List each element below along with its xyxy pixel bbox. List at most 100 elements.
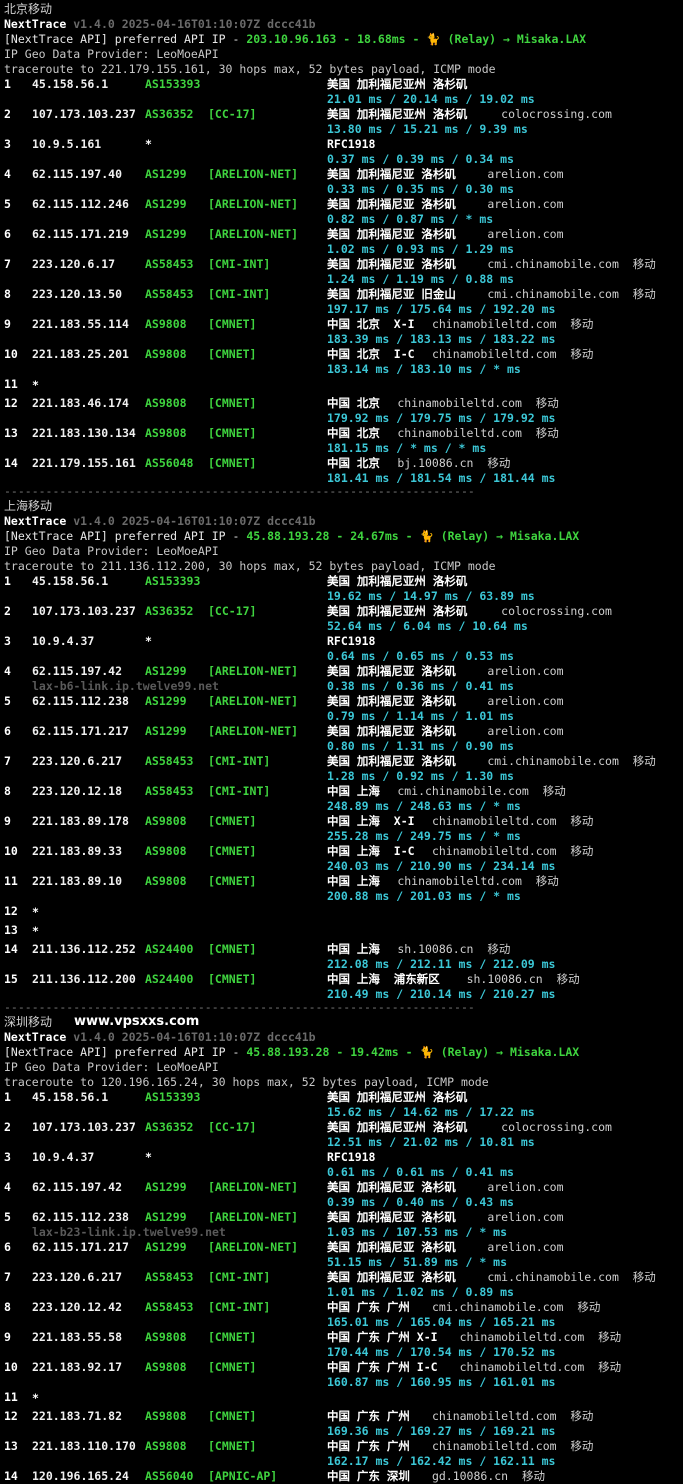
hop-domain: colocrossing.com — [501, 1120, 612, 1134]
hop-rtt: 212.08 ms / 212.11 ms / 212.09 ms — [327, 957, 556, 971]
hop-asn: AS9808 — [145, 426, 187, 440]
hop-asn: AS24400 — [145, 942, 194, 956]
hop-rtt: 0.64 ms / 0.65 ms / 0.53 ms — [327, 649, 514, 663]
hop-number: 2 — [4, 604, 11, 618]
hop-number: 2 — [4, 1120, 11, 1134]
traceroute-line: traceroute to 221.179.155.161, 30 hops m… — [4, 62, 496, 76]
hop-tag: [CMNET] — [208, 972, 257, 986]
hop-geo: 美国 加利福尼亚州 洛杉矶 — [327, 77, 468, 91]
hop-ip: 62.115.112.246 — [32, 197, 129, 211]
hop-asn: AS9808 — [145, 844, 187, 858]
hop-tag: [ARELION-NET] — [208, 1240, 299, 1254]
hop-ip: 221.183.92.17 — [32, 1360, 123, 1374]
hop-number: 6 — [4, 1240, 11, 1254]
hop-rtt: 255.28 ms / 249.75 ms / * ms — [327, 829, 521, 843]
hop-rtt: 1.03 ms / 107.53 ms / * ms — [327, 1225, 508, 1239]
hop-tag: [CMNET] — [208, 1330, 257, 1344]
hop-asn: AS1299 — [145, 227, 187, 241]
brand-name: NextTrace — [4, 514, 67, 528]
hop-tag: [CMI-INT] — [208, 1300, 271, 1314]
hop-geo: 美国 加利福尼亚 洛杉矶 — [327, 1180, 456, 1194]
hop-ip: 221.183.110.170 — [32, 1439, 136, 1453]
hop-geo: 美国 加利福尼亚 洛杉矶 — [327, 1210, 456, 1224]
hop-number: 6 — [4, 227, 11, 241]
hop-asn: AS1299 — [145, 167, 187, 181]
hop-ip: 62.115.112.238 — [32, 694, 129, 708]
hop-rdns: lax-b6-link.ip.twelve99.net — [32, 679, 219, 693]
hop-geo: 中国 广东 广州 — [327, 1300, 410, 1314]
version-info: v1.4.0 2025-04-16T01:10:07Z dccc41b — [73, 514, 316, 528]
hop-number: 13 — [4, 426, 18, 440]
hop-domain: arelion.com — [487, 694, 564, 708]
hop-ip: 221.183.130.134 — [32, 426, 136, 440]
hop-tag: [ARELION-NET] — [208, 1180, 299, 1194]
hop-asn: AS58453 — [145, 1300, 194, 1314]
api-route: (Relay) → Misaka.LAX — [440, 529, 580, 543]
hop-geo: RFC1918 — [327, 137, 376, 151]
hop-ip: 62.115.197.40 — [32, 167, 123, 181]
relay-icon: 🐈 — [419, 1045, 441, 1059]
hop-domain: sh.10086.cn 移动 — [466, 972, 580, 986]
hop-rtt: 179.92 ms / 179.75 ms / 179.92 ms — [327, 411, 556, 425]
hop-tag: [ARELION-NET] — [208, 1210, 299, 1224]
hop-geo: RFC1918 — [327, 1150, 376, 1164]
hop-asn: AS36352 — [145, 1120, 194, 1134]
api-ip: 203.10.96.163 — [246, 32, 337, 46]
hop-geo: 美国 加利福尼亚州 洛杉矶 — [327, 574, 468, 588]
hop-domain: chinamobileltd.com 移动 — [431, 814, 594, 828]
hop-number: 1 — [4, 574, 11, 588]
hop-geo: 美国 加利福尼亚 洛杉矶 — [327, 257, 456, 271]
hop-tag: [CMNET] — [208, 1409, 257, 1423]
hop-ip: 223.120.6.17 — [32, 257, 116, 271]
hop-domain: arelion.com — [487, 664, 564, 678]
hop-rtt: 21.01 ms / 20.14 ms / 19.02 ms — [327, 92, 535, 106]
api-dash2: - — [398, 1045, 420, 1059]
hop-asn: AS36352 — [145, 107, 194, 121]
hop-asn: AS9808 — [145, 1439, 187, 1453]
hop-asn: AS1299 — [145, 197, 187, 211]
hop-asn: AS9808 — [145, 317, 187, 331]
api-dash2: - — [405, 32, 427, 46]
hop-number: 5 — [4, 694, 11, 708]
hop-domain: gd.10086.cn 移动 — [431, 1469, 545, 1483]
traceroute-line: traceroute to 211.136.112.200, 30 hops m… — [4, 559, 496, 573]
api-latency: 19.42ms — [350, 1045, 399, 1059]
hop-ip: 62.115.112.238 — [32, 1210, 129, 1224]
hop-ip: 223.120.12.18 — [32, 784, 123, 798]
hop-number: 11 — [4, 377, 18, 391]
api-route: (Relay) → Misaka.LAX — [440, 1045, 580, 1059]
hop-geo: 美国 加利福尼亚 洛杉矶 — [327, 694, 456, 708]
hop-ip: 62.115.171.217 — [32, 1240, 129, 1254]
version-line: NextTrace v1.4.0 2025-04-16T01:10:07Z dc… — [4, 17, 316, 32]
hop-tag: [CC-17] — [208, 107, 257, 121]
hop-domain: cmi.chinamobile.com 移动 — [431, 1300, 601, 1314]
hop-rtt: 1.24 ms / 1.19 ms / 0.88 ms — [327, 272, 514, 286]
hop-domain: chinamobileltd.com 移动 — [431, 317, 594, 331]
hop-asn: AS58453 — [145, 287, 194, 301]
hop-geo: 美国 加利福尼亚 洛杉矶 — [327, 227, 456, 241]
hop-rtt: 183.14 ms / 183.10 ms / * ms — [327, 362, 521, 376]
hop-ip: 62.115.197.42 — [32, 664, 123, 678]
hop-tag: [CC-17] — [208, 604, 257, 618]
hop-geo: 美国 加利福尼亚州 洛杉矶 — [327, 107, 468, 121]
hop-asn: AS1299 — [145, 1180, 187, 1194]
hop-domain: arelion.com — [487, 724, 564, 738]
hop-domain: chinamobileltd.com 移动 — [397, 874, 559, 888]
section-separator: ----------------------------------------… — [4, 484, 475, 498]
geo-provider-line: IP Geo Data Provider: LeoMoeAPI — [4, 1060, 219, 1074]
hop-ip: 221.183.25.201 — [32, 347, 129, 361]
hop-geo: 美国 加利福尼亚 洛杉矶 — [327, 724, 456, 738]
hop-geo: 美国 加利福尼亚 洛杉矶 — [327, 197, 456, 211]
hop-number: 9 — [4, 1330, 11, 1344]
hop-domain: arelion.com — [487, 1180, 564, 1194]
hop-rtt: 165.01 ms / 165.04 ms / 165.21 ms — [327, 1315, 556, 1329]
hop-geo: 美国 加利福尼亚 旧金山 — [327, 287, 456, 301]
hop-rtt: 13.80 ms / 15.21 ms / 9.39 ms — [327, 122, 528, 136]
hop-geo: 美国 加利福尼亚 洛杉矶 — [327, 664, 456, 678]
hop-asn: AS1299 — [145, 694, 187, 708]
hop-ip: 211.136.112.200 — [32, 972, 136, 986]
hop-tag: [CMNET] — [208, 317, 257, 331]
hop-asn: AS9808 — [145, 396, 187, 410]
hop-tag: [CMNET] — [208, 456, 257, 470]
api-dash2: - — [398, 529, 420, 543]
